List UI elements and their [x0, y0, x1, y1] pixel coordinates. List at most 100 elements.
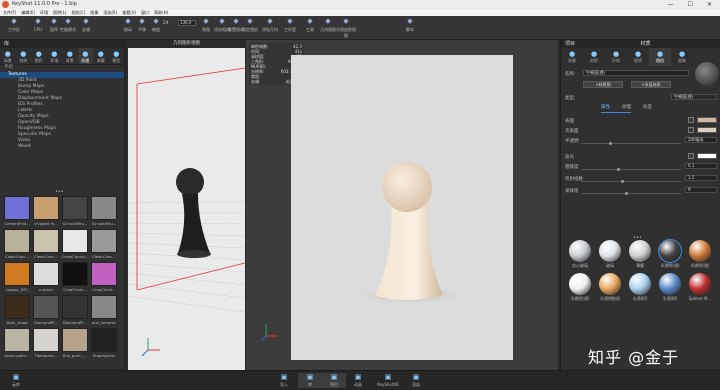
material-type-select[interactable]: 牛顿面(透) [671, 94, 717, 100]
slider-knob[interactable] [621, 180, 624, 183]
toolbar-0-button[interactable]: ◆ 工作区 [4, 18, 24, 33]
menu-item[interactable]: 查看(V) [122, 9, 136, 16]
toolbar-11-button[interactable]: ◆ 锁定相机 [240, 18, 260, 33]
property-slider[interactable] [581, 142, 681, 145]
property-value-input[interactable]: 0.1 [685, 163, 717, 169]
toolbar-16-button[interactable]: ◆ 光线追踪视图 [336, 18, 356, 39]
project-tab-4[interactable]: ● 相机 [649, 48, 671, 66]
geometry-view[interactable]: 几何图形视图 [128, 40, 245, 370]
menu-item[interactable]: 环境 [40, 9, 48, 16]
texture-thumbnail[interactable] [62, 262, 88, 286]
bottom-5-button[interactable]: ▣ KeyShotXR [376, 373, 400, 387]
texture-thumbnail[interactable] [62, 229, 88, 253]
property-value-input[interactable]: 200毫米 [685, 137, 717, 143]
texture-thumbnail[interactable] [62, 328, 88, 352]
library-tab-5[interactable]: ● 纹理 [77, 48, 93, 64]
toolbar-17-button[interactable]: ◆ 脚本 [400, 18, 420, 33]
toolbar-12-button[interactable]: ◆ 添加几何 [260, 18, 280, 33]
color-swatch[interactable] [697, 127, 717, 133]
menu-item[interactable]: 文件(F) [3, 9, 16, 16]
material-swatch[interactable] [689, 240, 711, 262]
project-tab-2[interactable]: ● 环境 [605, 48, 627, 66]
texture-thumbnail[interactable] [91, 229, 117, 253]
bottom-2-button[interactable]: ▣ 库 [298, 373, 322, 388]
slider-knob[interactable] [609, 142, 612, 145]
render-region[interactable] [291, 55, 513, 360]
slider-knob[interactable] [625, 192, 628, 195]
project-tab-3[interactable]: ● 照明 [627, 48, 649, 66]
material-subtab[interactable]: 标签 [643, 104, 652, 110]
library-tab-7[interactable]: ● 模型 [109, 48, 125, 64]
library-tab-6[interactable]: ● 收藏 [93, 48, 109, 64]
material-swatch[interactable] [689, 273, 711, 295]
project-tab-0[interactable]: ● 场景 [561, 48, 583, 66]
material-swatch[interactable] [569, 273, 591, 295]
material-swatch[interactable] [629, 273, 651, 295]
material-swatch[interactable] [658, 239, 682, 263]
material-swatch[interactable] [569, 240, 591, 262]
texture-thumbnail[interactable] [4, 328, 30, 352]
menu-item[interactable]: 窗口 [141, 9, 149, 16]
menu-item[interactable]: 渲染(R) [103, 9, 117, 16]
texture-thumbnail[interactable] [33, 196, 59, 220]
library-tab-1[interactable]: ● 材质 [16, 48, 32, 64]
menu-item[interactable]: 图像 [90, 9, 98, 16]
material-subtab[interactable]: 属性 [601, 104, 610, 110]
material-swatch[interactable] [599, 240, 621, 262]
menu-item[interactable]: 照明(L) [53, 9, 66, 16]
material-swatch[interactable] [599, 273, 621, 295]
texture-thumbnail[interactable] [4, 262, 30, 286]
bottom-3-button[interactable]: ▣ 项目 [322, 373, 346, 388]
color-swatch[interactable] [697, 117, 717, 123]
library-tab-2[interactable]: ● 颜色 [31, 48, 47, 64]
texture-thumbnail[interactable] [91, 328, 117, 352]
texture-thumbnail[interactable] [33, 229, 59, 253]
tree-item[interactable]: Wood [0, 144, 124, 150]
close-button[interactable]: ✕ [707, 0, 712, 9]
bottom-1-button[interactable]: ▣ 导入 [272, 373, 296, 388]
texture-thumbnail[interactable] [91, 262, 117, 286]
property-slider[interactable] [581, 168, 681, 171]
texture-map-icon[interactable] [688, 127, 694, 133]
toolbar-4-button[interactable]: ◆ 去噪 [76, 18, 96, 33]
texture-thumbnail[interactable] [33, 328, 59, 352]
texture-thumbnail[interactable] [91, 196, 117, 220]
texture-thumbnail[interactable] [33, 262, 59, 286]
texture-thumbnail[interactable] [4, 196, 30, 220]
project-tab-5[interactable]: ● 图像 [671, 48, 693, 66]
texture-thumbnail[interactable] [4, 295, 30, 319]
zoom-input[interactable]: 136.0 [178, 20, 196, 26]
library-tab-4[interactable]: ● 背景 [62, 48, 78, 64]
realtime-view[interactable]: 每秒帧数:42.3时间:41s采样值:73三角形:94,592NURBS:0分辨… [246, 40, 558, 370]
color-swatch[interactable] [697, 153, 717, 159]
texture-thumbnail[interactable] [33, 295, 59, 319]
toolbar-3-button[interactable]: ◆ 性能模式 [58, 18, 78, 33]
multi-material-button[interactable]: +多层材质 [631, 81, 671, 88]
menu-item[interactable]: 帮助(H) [154, 9, 168, 16]
texture-thumbnail[interactable] [91, 295, 117, 319]
menu-item[interactable]: 相机(C) [71, 9, 85, 16]
slider-knob[interactable] [617, 168, 620, 171]
maximize-button[interactable]: ☐ [688, 0, 693, 9]
bottom-4-button[interactable]: ▣ 动画 [346, 373, 370, 388]
material-subtab[interactable]: 纹理 [622, 104, 631, 110]
bottom-0-button[interactable]: ▣ 云库 [4, 373, 28, 388]
material-graph-button[interactable]: +材质图 [583, 81, 623, 88]
property-slider[interactable] [581, 180, 681, 183]
bottom-6-button[interactable]: ▣ 渲染 [404, 373, 428, 388]
project-tab-1[interactable]: ● 材质 [583, 48, 605, 66]
library-tab-0[interactable]: ● 场景 [0, 48, 16, 64]
toolbar-14-button[interactable]: ◆ 工具 [300, 18, 320, 33]
menu-item[interactable]: 编辑(E) [21, 9, 35, 16]
toolbar-15-button[interactable]: ◆ 几何视图 [318, 18, 338, 33]
property-value-input[interactable]: 9 [685, 187, 717, 193]
texture-thumbnail[interactable] [62, 196, 88, 220]
toolbar-13-button[interactable]: ◆ 工作室 [280, 18, 300, 33]
texture-map-icon[interactable] [688, 153, 694, 159]
property-value-input[interactable]: 1.5 [685, 175, 717, 181]
texture-thumbnail[interactable] [4, 229, 30, 253]
library-tab-3[interactable]: ● 环境 [47, 48, 63, 64]
splitter-handle[interactable]: ••• [55, 189, 64, 195]
material-swatch[interactable] [629, 240, 651, 262]
material-swatch[interactable] [659, 273, 681, 295]
